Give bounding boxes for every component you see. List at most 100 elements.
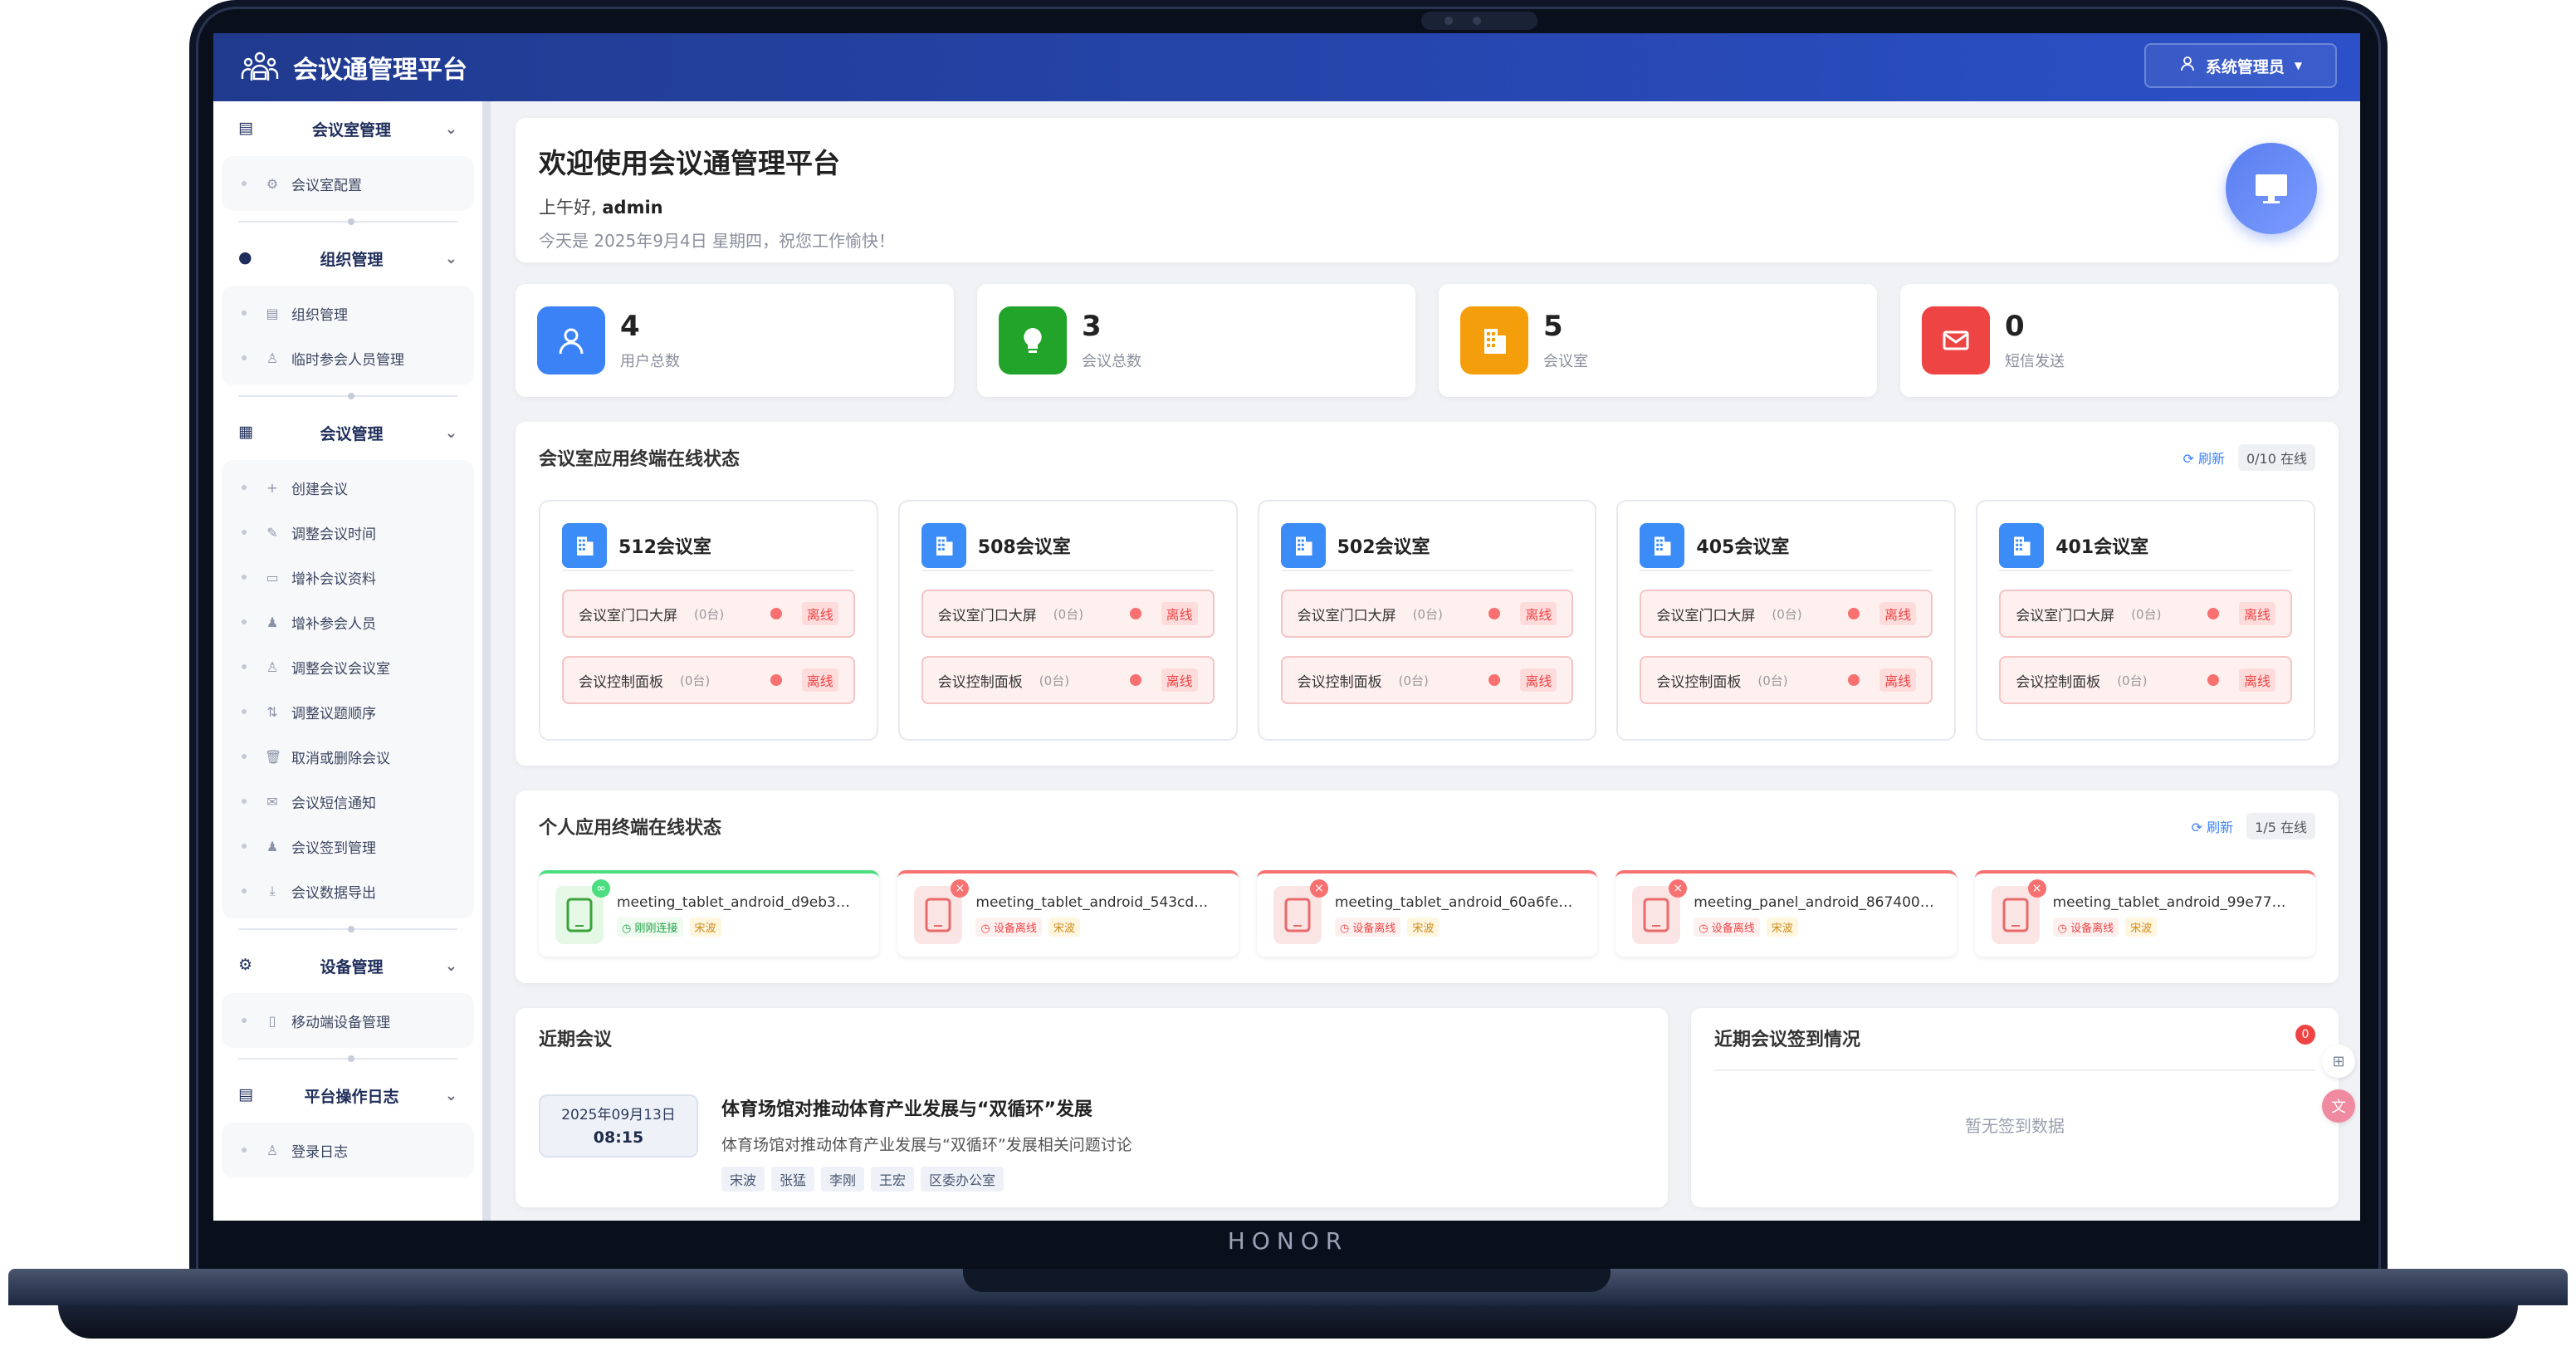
room-device-row: 会议室门口大屏 (0台) 离线 <box>1640 590 1933 638</box>
sidebar-item[interactable]: ♙ 调整会议会议室 <box>222 644 474 689</box>
sidebar-item[interactable]: ✎ 调整会议时间 <box>222 510 474 555</box>
refresh-button[interactable]: ⟳ 刷新 <box>2192 816 2234 836</box>
mail-icon <box>1922 306 1990 374</box>
trash-icon: 🗑 <box>265 748 282 765</box>
bullet <box>242 799 247 804</box>
status-badge: 离线 <box>801 668 838 692</box>
monitor-icon <box>2256 174 2287 203</box>
room-device-row: 会议控制面板 (0台) 离线 <box>1280 656 1574 704</box>
room-card[interactable]: 512会议室 会议室门口大屏 (0台) 离线 会议控制面板 (0台) 离线 <box>539 500 878 741</box>
sidebar-item-label: 会议签到管理 <box>291 839 376 857</box>
gear-icon: ⚙ <box>266 175 279 192</box>
room-device-row: 会议控制面板 (0台) 离线 <box>562 656 855 704</box>
sidebar-item[interactable]: ♟ 增补参会人员 <box>222 600 474 644</box>
tablet-card[interactable]: × meeting_tablet_android_543cde04… ◷ 设备离… <box>897 870 1239 957</box>
tablet-card[interactable]: × meeting_tablet_android_99e77dd4… ◷ 设备离… <box>1974 870 2316 957</box>
user-menu-button[interactable]: 系统管理员 ▼ <box>2144 43 2337 88</box>
tablet-icon: × <box>1632 879 1688 944</box>
room-name: 401会议室 <box>2055 537 2149 558</box>
date-text: 今天是 2025年9月4日 星期四，祝您工作愉快！ <box>539 231 896 251</box>
sidebar-item[interactable]: ▯ 移动端设备管理 <box>222 998 474 1043</box>
sidebar-item-label: 增补会议资料 <box>291 570 376 588</box>
sidebar-item-label: 会议短信通知 <box>291 795 376 812</box>
stat-card: 4 用户总数 <box>516 284 954 397</box>
qr-scan-icon[interactable]: ⊞ <box>2322 1045 2355 1078</box>
nav-group: ▦ 会议管理 ⌄ + 创建会议 ✎ 调整会议时间 ▭ 增补会议资料 ♟ 增补参会人员 ♙ 调整会议… <box>222 405 474 918</box>
meeting-title: 体育场馆对推动体育产业发展与“双循环”发展 <box>721 1099 1092 1120</box>
nav-group-header[interactable]: ▦ 会议管理 ⌄ <box>222 405 474 460</box>
room-card[interactable]: 401会议室 会议室门口大屏 (0台) 离线 会议控制面板 (0台) 离线 <box>1976 500 2315 741</box>
device-name: meeting_tablet_android_99e77dd4… <box>2052 893 2294 911</box>
bullet <box>242 664 247 669</box>
room-device-row: 会议室门口大屏 (0台) 离线 <box>1999 590 2292 638</box>
sidebar-item[interactable]: 🗑 取消或删除会议 <box>222 734 474 779</box>
status-dot <box>1488 608 1501 619</box>
sidebar-item[interactable]: + 创建会议 <box>222 465 474 510</box>
nav-divider <box>213 385 482 405</box>
refresh-button[interactable]: ⟳ 刷新 <box>2183 448 2225 467</box>
room-card[interactable]: 405会议室 会议室门口大屏 (0台) 离线 会议控制面板 (0台) 离线 <box>1616 500 1957 741</box>
recent-meetings-card: 近期会议 2025年09月13日 08:15 体育场馆对推动体育产业发展与“双循… <box>516 1008 1668 1207</box>
room-card[interactable]: 508会议室 会议室门口大屏 (0台) 离线 会议控制面板 (0台) 离线 <box>897 500 1238 741</box>
meeting-info: 体育场馆对推动体育产业发展与“双循环”发展 体育场馆对推动体育产业发展与“双循环… <box>721 1094 1132 1192</box>
floating-toolbar: ⊞ 文 <box>2322 1045 2355 1123</box>
user-icon: ♙ <box>266 1142 279 1158</box>
nav-sub-list: ♙ 登录日志 <box>222 1123 474 1177</box>
sidebar-item[interactable]: ⇅ 调整议题顺序 <box>222 689 474 734</box>
user-icon: ♙ <box>266 658 279 675</box>
user-add-icon: ♟ <box>266 614 279 630</box>
refresh-label: 刷新 <box>2207 820 2234 835</box>
nav-group-header[interactable]: ⚙ 设备管理 ⌄ <box>222 938 474 993</box>
tablet-card[interactable]: ∞ meeting_tablet_android_d9eb31c4… ◷ 刚刚连… <box>539 870 880 957</box>
nav-divider <box>213 918 482 938</box>
chevron-down-icon: ⌄ <box>444 249 457 267</box>
monitor-button[interactable] <box>2226 143 2317 234</box>
nav-group-header[interactable]: ● 组织管理 ⌄ <box>222 231 474 286</box>
bottom-row: 近期会议 2025年09月13日 08:15 体育场馆对推动体育产业发展与“双循… <box>516 1008 2339 1207</box>
participant-tag: 宋波 <box>721 1167 765 1192</box>
tablet-card[interactable]: × meeting_panel_android_86740002… ◷ 设备离线… <box>1615 870 1957 957</box>
status-badge: 离线 <box>1161 668 1198 692</box>
sidebar-item[interactable]: ▤ 组织管理 <box>222 291 474 335</box>
tablet-card[interactable]: × meeting_tablet_android_60a6fe8ef… ◷ 设备… <box>1256 870 1598 957</box>
sidebar-item[interactable]: ✉ 会议短信通知 <box>222 779 474 824</box>
sidebar-item[interactable]: ♟ 会议签到管理 <box>222 824 474 869</box>
user-icon <box>2179 56 2196 76</box>
status-dot <box>1129 674 1141 686</box>
sidebar-item[interactable]: ▭ 增补会议资料 <box>222 555 474 600</box>
nav-group-header[interactable]: ▤ 会议室管理 ⌄ <box>222 101 474 156</box>
nav-group: ▤ 平台操作日志 ⌄ ♙ 登录日志 <box>222 1068 474 1177</box>
sidebar-item[interactable]: ⚙ 会议室配置 <box>222 161 474 206</box>
bullet <box>242 844 247 849</box>
device-count: (0台) <box>1398 673 1429 688</box>
sidebar-item[interactable]: ♙ 临时参会人员管理 <box>222 335 474 380</box>
device-brand: HONOR <box>1227 1227 1349 1255</box>
tablet-icon: ∞ <box>555 879 610 944</box>
nav-group-header[interactable]: ▤ 平台操作日志 ⌄ <box>222 1068 474 1123</box>
device-name: meeting_tablet_android_60a6fe8ef… <box>1334 893 1576 911</box>
top-header: 会议通管理平台 系统管理员 ▼ <box>213 33 2360 101</box>
building-icon <box>562 523 607 568</box>
device-count: (0台) <box>1053 606 1084 622</box>
room-name: 405会议室 <box>1696 537 1790 558</box>
nav-divider <box>213 211 482 231</box>
chevron-down-icon: ⌄ <box>444 120 457 138</box>
room-card[interactable]: 502会议室 会议室门口大屏 (0台) 离线 会议控制面板 (0台) 离线 <box>1257 500 1597 741</box>
stat-value: 5 <box>1543 310 1563 343</box>
device-count: (0台) <box>1757 673 1788 688</box>
translate-icon[interactable]: 文 <box>2322 1089 2355 1123</box>
building-icon <box>1460 306 1528 374</box>
user-check-icon: ♟ <box>266 838 279 854</box>
device-count: (0台) <box>694 606 725 622</box>
link-icon: ∞ <box>592 879 610 898</box>
nav-sub-list: ▤ 组织管理 ♙ 临时参会人员管理 <box>222 286 474 385</box>
bullet <box>242 485 247 490</box>
building-icon <box>1640 523 1685 568</box>
meeting-item[interactable]: 2025年09月13日 08:15 体育场馆对推动体育产业发展与“双循环”发展 … <box>539 1094 1645 1192</box>
device-name: 会议控制面板 <box>1297 673 1382 691</box>
sidebar-item[interactable]: ♙ 登录日志 <box>222 1128 474 1172</box>
sidebar-item[interactable]: ⤓ 会议数据导出 <box>222 869 474 913</box>
device-status-text: 设备离线 <box>1352 922 1396 935</box>
status-dot <box>2207 608 2219 619</box>
app-title: 会议通管理平台 <box>293 56 467 85</box>
